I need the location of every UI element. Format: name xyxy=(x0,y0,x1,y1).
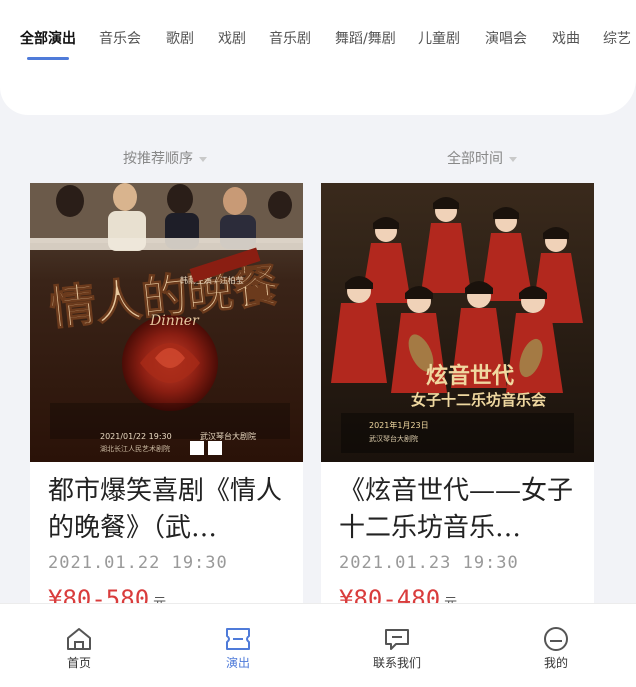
poster-subline: Dinner xyxy=(149,313,200,329)
time-filter-dropdown[interactable]: 全部时间 xyxy=(447,150,517,168)
tab-all-shows[interactable]: 全部演出 xyxy=(20,28,76,50)
show-date: 2021.01.22 19:30 xyxy=(48,553,228,573)
sort-dropdown[interactable]: 按推荐顺序 xyxy=(123,150,207,168)
show-poster[interactable]: 情人的晚餐 Dinner 韩雨主演 / 江柏莹 2021/01/22 19:30… xyxy=(30,183,303,462)
show-date: 2021.01.23 19:30 xyxy=(339,553,519,573)
poster-subline: 女子十二乐坊音乐会 xyxy=(411,391,546,409)
nav-contact-label: 联系我们 xyxy=(372,656,421,670)
poster-sponsor: 湖北长江人民艺术剧院 xyxy=(100,444,170,453)
active-tab-indicator xyxy=(27,57,69,60)
bottom-nav: 首页 演出 联系我们 我的 xyxy=(0,603,636,687)
show-card[interactable]: 炫音世代 女子十二乐坊音乐会 2021年1月23日 武汉琴台大剧院 《炫音世代—… xyxy=(321,183,594,623)
show-title[interactable]: 都市爆笑喜剧《情人的晚餐》（武… xyxy=(48,473,288,549)
caret-down-icon xyxy=(199,156,207,162)
show-poster[interactable]: 炫音世代 女子十二乐坊音乐会 2021年1月23日 武汉琴台大剧院 xyxy=(321,183,594,462)
poster-venue: 武汉琴台大剧院 xyxy=(369,434,418,443)
caret-down-icon xyxy=(509,156,517,162)
nav-shows[interactable]: 演出 xyxy=(193,626,283,671)
home-icon xyxy=(67,628,91,650)
tab-dance[interactable]: 舞蹈/舞剧 xyxy=(335,28,396,50)
nav-home[interactable]: 首页 xyxy=(34,626,124,671)
category-header: 全部演出 音乐会 歌剧 戏剧 音乐剧 舞蹈/舞剧 儿童剧 演唱会 戏曲 综艺 xyxy=(0,0,636,115)
tab-childrens-drama[interactable]: 儿童剧 xyxy=(418,28,460,50)
tab-opera[interactable]: 歌剧 xyxy=(166,28,194,50)
poster-date: 2021年1月23日 xyxy=(369,420,429,430)
category-tabs: 全部演出 音乐会 歌剧 戏剧 音乐剧 舞蹈/舞剧 儿童剧 演唱会 戏曲 综艺 xyxy=(0,18,636,62)
nav-profile-label: 我的 xyxy=(543,656,568,670)
tab-concert[interactable]: 音乐会 xyxy=(99,28,141,50)
tab-musical[interactable]: 音乐剧 xyxy=(269,28,311,50)
tab-chinese-opera[interactable]: 戏曲 xyxy=(552,28,580,50)
tab-drama[interactable]: 戏剧 xyxy=(218,28,246,50)
poster-date: 2021/01/22 19:30 xyxy=(100,432,172,441)
ticket-icon xyxy=(226,628,250,650)
poster-headline: 炫音世代 xyxy=(426,363,514,389)
nav-home-label: 首页 xyxy=(66,656,91,670)
nav-contact[interactable]: 联系我们 xyxy=(352,626,442,671)
user-icon xyxy=(544,627,568,651)
show-title[interactable]: 《炫音世代——女子十二乐坊音乐… xyxy=(339,473,579,549)
tab-live-concert[interactable]: 演唱会 xyxy=(485,28,527,50)
time-filter-label: 全部时间 xyxy=(447,151,503,167)
show-card[interactable]: 情人的晚餐 Dinner 韩雨主演 / 江柏莹 2021/01/22 19:30… xyxy=(30,183,303,623)
nav-shows-label: 演出 xyxy=(225,656,250,670)
message-icon xyxy=(385,629,409,650)
sort-label: 按推荐顺序 xyxy=(123,151,193,167)
nav-profile[interactable]: 我的 xyxy=(511,626,601,671)
tab-variety[interactable]: 综艺 xyxy=(603,28,631,50)
poster-venue: 武汉琴台大剧院 xyxy=(200,431,256,441)
